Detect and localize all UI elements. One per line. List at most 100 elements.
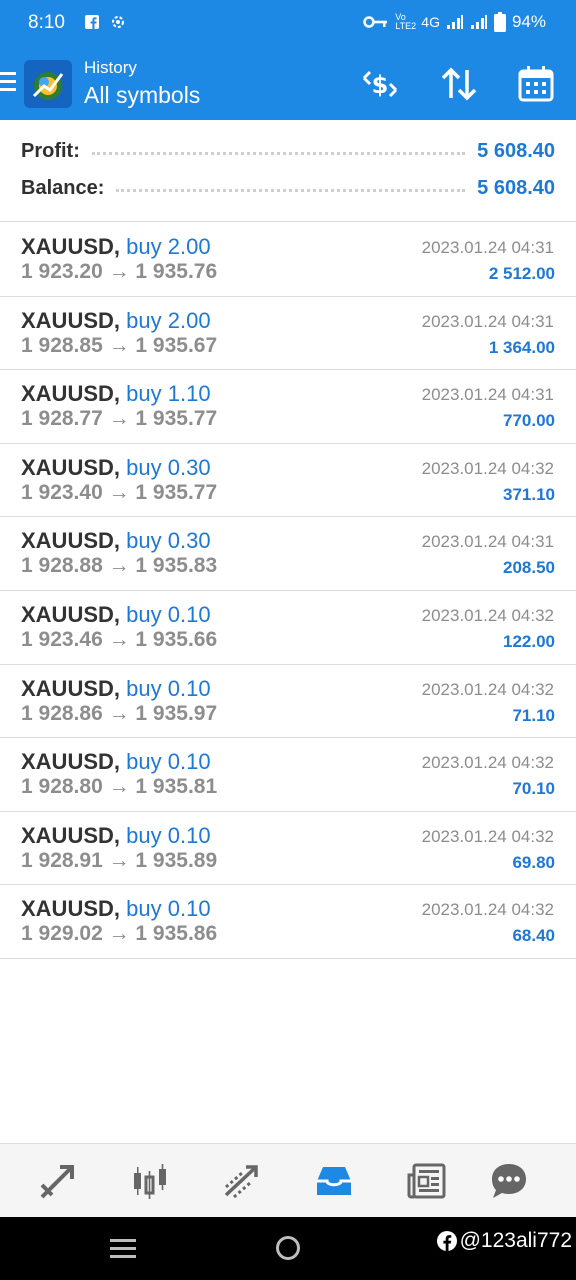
deal-time: 2023.01.24 04:32 [421, 679, 554, 699]
menu-button[interactable] [0, 72, 16, 92]
account-summary: Profit: 5 608.40 Balance: 5 608.40 [0, 120, 576, 222]
deal-symbol: XAUUSD [21, 307, 114, 333]
deal-side-volume: buy 0.30 [126, 528, 211, 554]
screen-subtitle: History [84, 58, 137, 77]
deal-row[interactable]: XAUUSD, buy 0.30 1 923.40 → 1 935.77 202… [0, 444, 576, 518]
deal-profit: 371.10 [503, 484, 555, 504]
deal-separator: , [113, 601, 121, 627]
facebook-icon [436, 1231, 457, 1251]
deal-profit: 71.10 [512, 705, 555, 725]
profit-value: 5 608.40 [477, 139, 555, 162]
deal-symbol: XAUUSD [21, 749, 114, 775]
deal-profit: 70.10 [512, 779, 555, 799]
deal-row[interactable]: XAUUSD, buy 0.10 1 929.02 → 1 935.86 202… [0, 885, 576, 959]
deal-row[interactable]: XAUUSD, buy 2.00 1 923.20 → 1 935.76 202… [0, 223, 576, 297]
deal-symbol: XAUUSD [21, 896, 114, 922]
calendar-icon[interactable] [516, 64, 556, 104]
deal-row[interactable]: XAUUSD, buy 2.00 1 928.85 → 1 935.67 202… [0, 297, 576, 371]
watermark-handle: @123ali772 [459, 1229, 572, 1252]
deal-prices: 1 928.86 → 1 935.97 [21, 701, 218, 725]
deal-prices: 1 923.46 → 1 935.66 [21, 627, 218, 651]
deal-separator: , [113, 749, 121, 775]
trade-icon[interactable] [222, 1161, 262, 1201]
svg-text:$: $ [372, 71, 389, 99]
history-icon[interactable] [314, 1161, 354, 1201]
deal-side-volume: buy 0.30 [126, 454, 211, 480]
balance-label: Balance: [21, 176, 105, 199]
network-type: 4G [421, 14, 440, 30]
deal-prices: 1 928.80 → 1 935.81 [21, 775, 218, 799]
deal-prices: 1 928.91 → 1 935.89 [21, 848, 218, 872]
battery-icon [493, 12, 506, 32]
signal-icon-2 [470, 15, 487, 29]
deal-row[interactable]: XAUUSD, buy 0.30 1 928.88 → 1 935.83 202… [0, 517, 576, 591]
deal-time: 2023.01.24 04:31 [421, 238, 554, 257]
gear-notification-icon [112, 16, 124, 28]
recent-apps-button[interactable] [110, 1239, 136, 1263]
deal-profit: 1 364.00 [488, 337, 555, 357]
deal-separator: , [113, 822, 121, 848]
deal-time: 2023.01.24 04:31 [421, 385, 554, 405]
filter-deals-icon[interactable]: $ [360, 64, 400, 104]
app-bar: History All symbols $ [0, 46, 576, 120]
deal-side-volume: buy 2.00 [126, 234, 211, 259]
deal-time: 2023.01.24 04:32 [421, 605, 554, 625]
watermark: @123ali772 [436, 1229, 572, 1253]
facebook-notification-icon [85, 15, 99, 29]
deal-symbol: XAUUSD [21, 528, 114, 554]
dotted-leader [91, 147, 466, 155]
deal-row[interactable]: XAUUSD, buy 1.10 1 928.77 → 1 935.77 202… [0, 370, 576, 444]
chat-icon[interactable] [489, 1161, 529, 1201]
profit-row: Profit: 5 608.40 [21, 136, 555, 166]
deal-profit: 208.50 [503, 558, 555, 578]
deal-prices: 1 928.77 → 1 935.77 [21, 407, 218, 431]
home-button[interactable] [276, 1236, 300, 1260]
deal-side-volume: buy 1.10 [126, 381, 211, 407]
status-time: 8:10 [28, 12, 65, 33]
deal-separator: , [113, 454, 121, 480]
deal-time: 2023.01.24 04:31 [421, 311, 554, 331]
deal-symbol: XAUUSD [21, 381, 114, 407]
system-nav-bar: @123ali772 [0, 1217, 576, 1280]
status-indicators: Vo LTE2 4G 94% [363, 12, 546, 32]
deal-symbol: XAUUSD [21, 675, 114, 701]
status-bar: 8:10 Vo LTE2 4G 94% [0, 0, 576, 46]
deal-time: 2023.01.24 04:32 [421, 900, 554, 920]
quotes-icon[interactable] [38, 1161, 78, 1201]
news-icon[interactable] [406, 1161, 446, 1201]
deal-symbol: XAUUSD [21, 234, 114, 259]
deal-prices: 1 929.02 → 1 935.86 [21, 922, 218, 946]
deal-symbol: XAUUSD [21, 822, 114, 848]
deal-profit: 68.40 [512, 926, 555, 946]
deal-side-volume: buy 0.10 [126, 822, 211, 848]
signal-icon [446, 15, 463, 29]
deal-separator: , [113, 675, 121, 701]
deal-row[interactable]: XAUUSD, buy 0.10 1 928.86 → 1 935.97 202… [0, 665, 576, 739]
screen-title[interactable]: All symbols [84, 82, 200, 109]
metatrader-logo-icon [24, 60, 72, 108]
deal-row[interactable]: XAUUSD, buy 0.10 1 928.91 → 1 935.89 202… [0, 812, 576, 886]
balance-row: Balance: 5 608.40 [21, 173, 555, 203]
deal-time: 2023.01.24 04:32 [421, 753, 554, 773]
profit-label: Profit: [21, 139, 80, 162]
deal-separator: , [113, 381, 121, 407]
sort-icon[interactable] [439, 64, 479, 104]
chart-icon[interactable] [130, 1161, 170, 1201]
vpn-key-icon [363, 16, 388, 28]
deal-row[interactable]: XAUUSD, buy 0.10 1 923.46 → 1 935.66 202… [0, 591, 576, 665]
deal-separator: , [113, 234, 121, 259]
deal-profit: 770.00 [503, 411, 555, 431]
deal-prices: 1 923.40 → 1 935.77 [21, 480, 218, 504]
deal-side-volume: buy 2.00 [126, 307, 211, 333]
deal-side-volume: buy 0.10 [126, 675, 211, 701]
deal-prices: 1 928.88 → 1 935.83 [21, 554, 218, 578]
deal-symbol: XAUUSD [21, 601, 114, 627]
deal-prices: 1 928.85 → 1 935.67 [21, 333, 218, 357]
deal-separator: , [113, 896, 121, 922]
deals-list: XAUUSD, buy 2.00 1 923.20 → 1 935.76 202… [0, 223, 576, 959]
balance-value: 5 608.40 [477, 176, 555, 199]
deal-profit: 2 512.00 [488, 264, 555, 283]
deal-symbol: XAUUSD [21, 454, 114, 480]
deal-time: 2023.01.24 04:32 [421, 458, 554, 478]
deal-row[interactable]: XAUUSD, buy 0.10 1 928.80 → 1 935.81 202… [0, 738, 576, 812]
